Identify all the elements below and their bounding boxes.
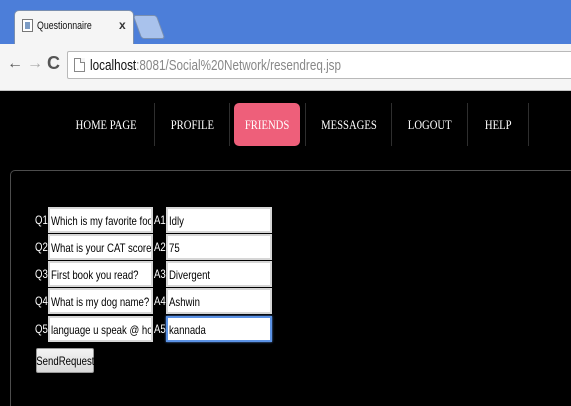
- page-icon: [74, 58, 85, 72]
- question-text: First book you read?: [51, 268, 139, 282]
- question-field[interactable]: What is my dog name?: [48, 288, 153, 314]
- nav-home-page-label: HOME PAGE: [75, 116, 137, 132]
- question-field[interactable]: First book you read?: [48, 261, 153, 287]
- nav-friends[interactable]: FRIENDS: [234, 103, 300, 146]
- send-request-button[interactable]: SendRequest: [36, 348, 94, 373]
- answer-input[interactable]: 75: [166, 234, 272, 260]
- answer-value: Ashwin: [169, 295, 200, 309]
- nav-help-label: HELP: [484, 116, 512, 132]
- question-text: What is my dog name?: [51, 295, 150, 309]
- nav-logout-label: LOGOUT: [407, 116, 452, 132]
- answer-value: kannada: [169, 323, 206, 337]
- tab-title: Questionnaire: [37, 20, 92, 32]
- nav-home-page[interactable]: HOME PAGE: [58, 103, 154, 146]
- back-arrow-icon[interactable]: ←: [7, 55, 23, 73]
- browser-tab[interactable]: Questionnaire x: [14, 10, 134, 44]
- answer-input[interactable]: Ashwin: [166, 288, 272, 314]
- question-text: Which is my favorite food?: [51, 214, 153, 228]
- question-text: What is your CAT score?: [51, 241, 153, 255]
- favicon-icon: [22, 19, 33, 32]
- question-field[interactable]: language u speak @ home?: [48, 316, 153, 342]
- address-bar[interactable]: localhost:8081/Social%20Network/resendre…: [67, 51, 571, 79]
- send-request-label: SendRequest: [35, 353, 95, 368]
- nav-help[interactable]: HELP: [468, 103, 528, 146]
- nav-profile[interactable]: PROFILE: [155, 103, 229, 146]
- nav-logout[interactable]: LOGOUT: [392, 103, 467, 146]
- site-nav: HOME PAGE PROFILE FRIENDS MESSAGES LOGOU…: [0, 92, 571, 164]
- questionnaire-panel: Q1: Which is my favorite food? A1: Idly …: [10, 170, 571, 406]
- browser-toolbar: ← → C localhost:8081/Social%20Network/re…: [0, 44, 571, 91]
- nav-profile-label: PROFILE: [170, 116, 214, 132]
- question-field[interactable]: Which is my favorite food?: [48, 207, 153, 233]
- nav-divider: [528, 103, 529, 146]
- answer-value: Idly: [169, 214, 184, 228]
- nav-messages[interactable]: MESSAGES: [306, 103, 391, 146]
- nav-friends-label: FRIENDS: [244, 116, 290, 132]
- answer-input[interactable]: kannada: [166, 316, 272, 342]
- url-text: localhost:8081/Social%20Network/resendre…: [90, 57, 341, 74]
- question-field[interactable]: What is your CAT score?: [48, 234, 153, 260]
- nav-divider: [229, 103, 230, 146]
- reload-icon[interactable]: C: [47, 53, 60, 74]
- nav-messages-label: MESSAGES: [320, 116, 377, 132]
- new-tab-button[interactable]: [132, 15, 166, 39]
- browser-tab-strip: Questionnaire x: [0, 0, 571, 44]
- url-host: localhost: [90, 57, 137, 74]
- tab-close-icon[interactable]: x: [119, 18, 126, 32]
- answer-value: 75: [169, 241, 180, 255]
- forward-arrow-icon[interactable]: →: [27, 55, 43, 73]
- answer-input[interactable]: Divergent: [166, 261, 272, 287]
- answer-input[interactable]: Idly: [166, 207, 272, 233]
- question-text: language u speak @ home?: [51, 323, 153, 337]
- url-path: :8081/Social%20Network/resendreq.jsp: [136, 57, 342, 74]
- answer-value: Divergent: [169, 268, 211, 282]
